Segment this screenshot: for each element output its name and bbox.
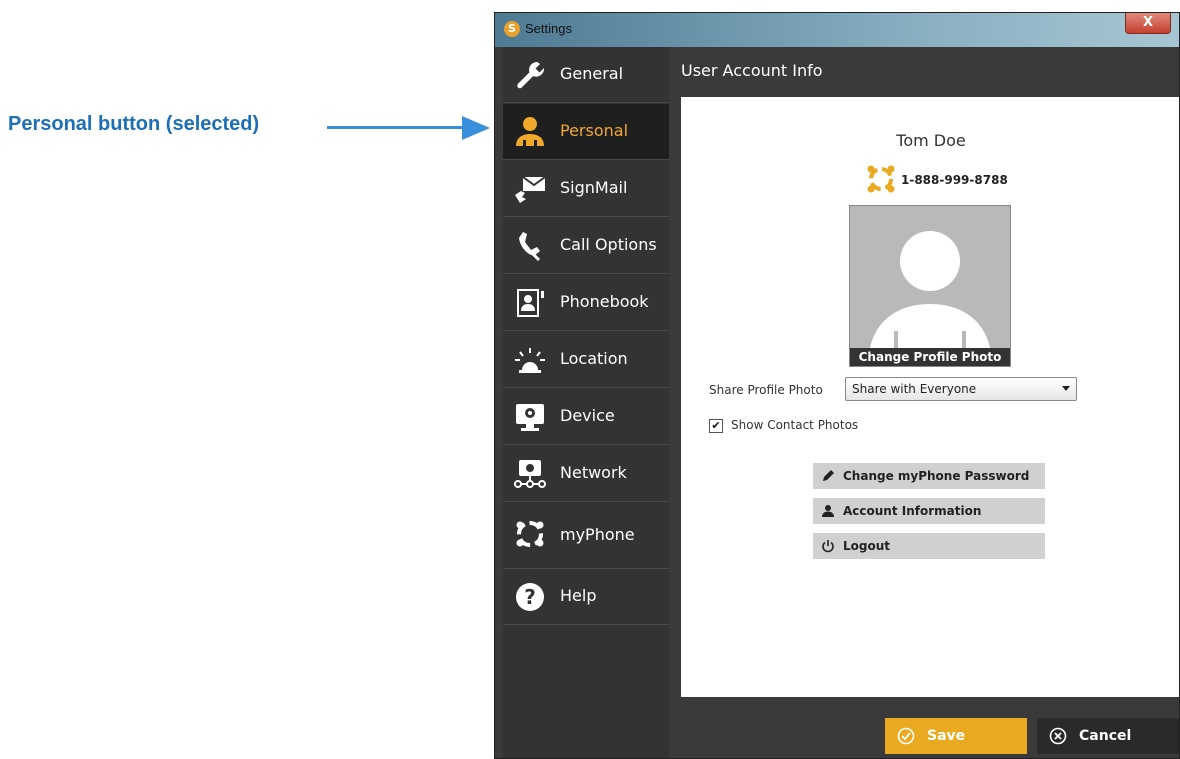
sidebar-item-call-options[interactable]: Call Options — [503, 218, 669, 274]
myphone-icon — [516, 521, 544, 547]
phonebook-icon — [517, 289, 544, 317]
sidebar-item-label: Device — [560, 406, 615, 425]
sidebar-item-signmail[interactable]: SignMail — [503, 161, 669, 217]
webcam-icon — [516, 404, 544, 431]
sidebar-item-label: Location — [560, 349, 628, 368]
save-button-label: Save — [927, 728, 966, 744]
cancel-button[interactable]: Cancel — [1037, 718, 1179, 754]
logout-button[interactable]: Logout — [813, 533, 1045, 559]
annotation-arrow-head — [462, 116, 490, 140]
share-select-value: Share with Everyone — [852, 382, 977, 396]
cancel-button-label: Cancel — [1079, 728, 1132, 744]
sidebar-item-general[interactable]: General — [503, 47, 669, 103]
account-information-button[interactable]: Account Information — [813, 498, 1045, 524]
show-contact-photos-checkbox[interactable]: ✔ — [709, 419, 723, 433]
share-profile-photo-select[interactable]: Share with Everyone — [845, 377, 1077, 401]
power-icon — [822, 540, 834, 553]
user-account-panel: Tom Doe 1-888-999-8788 Change Profile Ph… — [681, 97, 1179, 697]
button-label: Account Information — [843, 504, 982, 518]
show-contact-photos-label: Show Contact Photos — [731, 418, 859, 432]
wrench-icon — [517, 62, 545, 89]
close-circle-icon — [1049, 727, 1067, 745]
sidebar-item-help[interactable]: ? Help — [503, 569, 669, 625]
sidebar-item-myphone[interactable]: myPhone — [503, 503, 669, 569]
myphone-icon — [867, 165, 895, 193]
page-title: User Account Info — [681, 61, 823, 80]
sidebar-item-device[interactable]: Device — [503, 389, 669, 445]
app-logo-icon: S — [504, 21, 520, 37]
default-avatar-icon — [868, 231, 992, 366]
chevron-down-icon — [1062, 386, 1070, 391]
save-button[interactable]: Save — [885, 718, 1027, 754]
sidebar-item-location[interactable]: Location — [503, 332, 669, 388]
change-profile-photo-button[interactable]: Change Profile Photo — [850, 348, 1010, 366]
call-options-icon — [519, 232, 541, 262]
button-label: Change myPhone Password — [843, 469, 1030, 483]
title-bar: S Settings X — [495, 13, 1179, 47]
siren-icon — [515, 348, 545, 373]
check-circle-icon — [897, 727, 915, 745]
close-button[interactable]: X — [1125, 13, 1171, 34]
network-icon — [514, 460, 546, 488]
sidebar-item-label: General — [560, 64, 624, 83]
settings-sidebar: General Personal SignMail Call Options P… — [503, 47, 669, 758]
sidebar-item-label: SignMail — [560, 178, 628, 197]
annotation-arrow-line — [327, 126, 465, 129]
sidebar-item-phonebook[interactable]: Phonebook — [503, 275, 669, 331]
sidebar-item-network[interactable]: Network — [503, 446, 669, 502]
share-profile-photo-label: Share Profile Photo — [709, 383, 823, 397]
window-title: Settings — [525, 21, 572, 36]
pencil-icon — [823, 470, 834, 481]
sidebar-item-label: Help — [560, 586, 597, 605]
change-password-button[interactable]: Change myPhone Password — [813, 463, 1045, 489]
annotation-label: Personal button (selected) — [8, 113, 260, 135]
settings-window: S Settings X General Personal SignMail C… — [494, 12, 1180, 759]
button-label: Logout — [843, 539, 891, 553]
help-icon: ? — [516, 583, 544, 611]
sidebar-item-label: myPhone — [560, 525, 635, 544]
phone-number: 1-888-999-8788 — [901, 173, 1008, 187]
user-name: Tom Doe — [896, 131, 966, 150]
sidebar-item-personal[interactable]: Personal — [503, 104, 669, 160]
person-icon — [516, 117, 544, 146]
sidebar-item-label: Personal — [560, 121, 629, 140]
sidebar-item-label: Call Options — [560, 235, 657, 254]
sidebar-item-label: Network — [560, 463, 627, 482]
svg-text:?: ? — [524, 585, 536, 609]
sidebar-item-label: Phonebook — [560, 292, 649, 311]
signmail-icon — [515, 176, 546, 203]
person-icon — [822, 505, 834, 517]
profile-photo[interactable]: Change Profile Photo — [849, 205, 1011, 367]
